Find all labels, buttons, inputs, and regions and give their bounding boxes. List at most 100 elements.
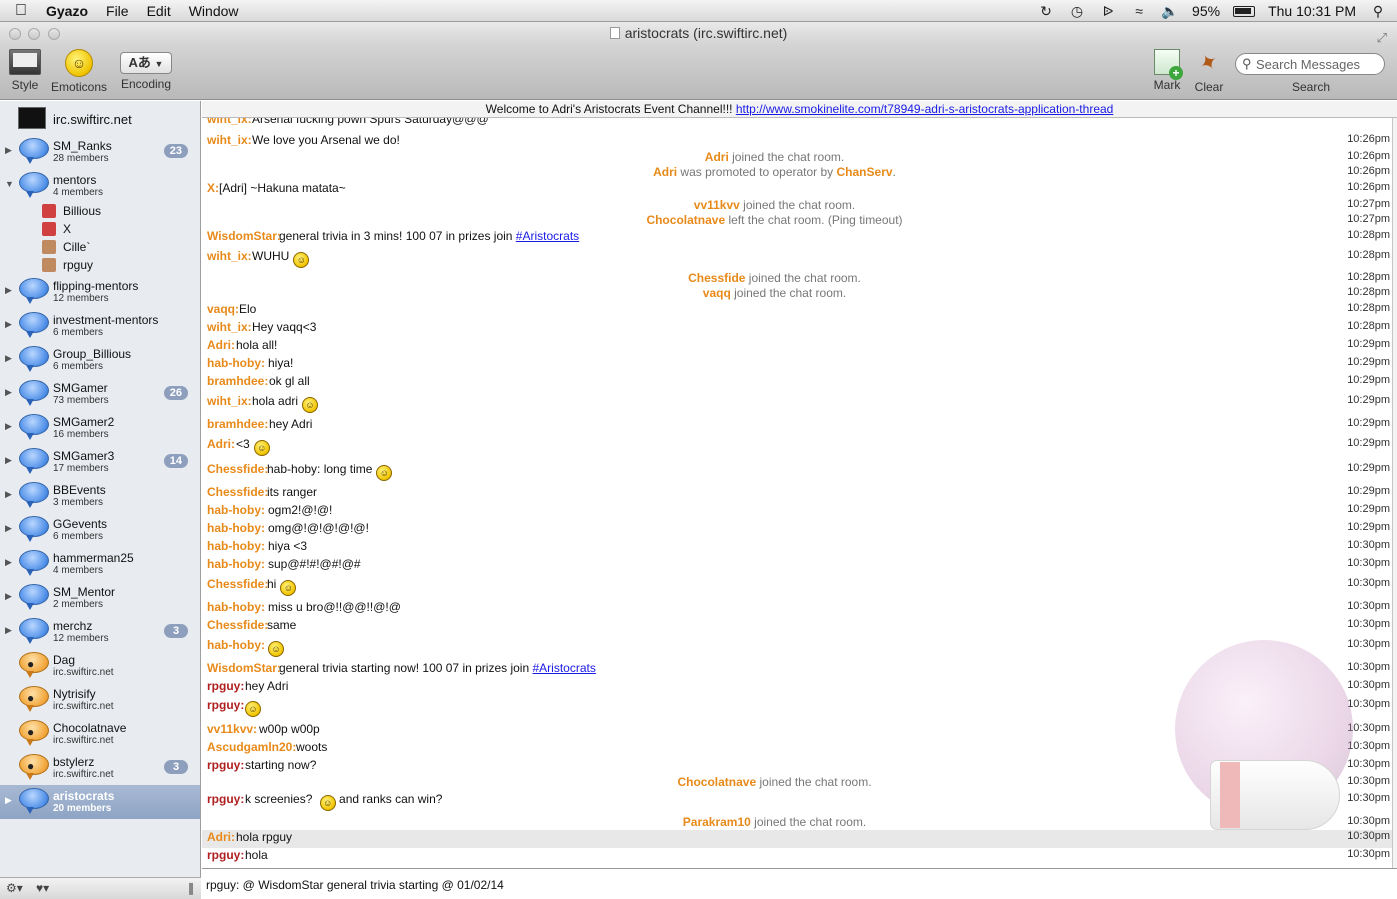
message-nick[interactable]: hab-hoby: [207, 539, 265, 553]
message-nick[interactable]: hab-hoby: [207, 557, 265, 571]
wifi-icon[interactable]: ≈ [1130, 3, 1148, 19]
encoding-popup[interactable]: Aあ ▼ [120, 52, 172, 74]
search-field[interactable]: ⚲ [1235, 53, 1385, 75]
menu-window[interactable]: Window [180, 3, 248, 19]
clear-button[interactable]: ✦ Clear [1192, 47, 1226, 94]
private-chat-item[interactable]: ● Chocolatnave irc.swiftirc.net [0, 717, 200, 751]
message-nick[interactable]: hab-hoby: [207, 503, 265, 517]
message-nick[interactable]: Chessfide: [207, 485, 268, 499]
channel-item[interactable]: ▶ SMGamer 73 members 26 [0, 377, 200, 411]
channel-item[interactable]: ▶ SMGamer3 17 members 14 [0, 445, 200, 479]
event-nick[interactable]: Chessfide [688, 271, 745, 285]
message-nick[interactable]: WisdomStar: [207, 661, 281, 675]
member-item[interactable]: Cille` [42, 239, 192, 257]
channel-item[interactable]: ▶ investment-mentors 6 members [0, 309, 200, 343]
channel-item[interactable]: ▶ merchz 12 members 3 [0, 615, 200, 649]
spotlight-search-icon[interactable]: ⚲ [1369, 3, 1387, 19]
message-nick[interactable]: wiht_ix: [207, 118, 252, 126]
channel-item[interactable]: ▶ GGevents 6 members [0, 513, 200, 547]
message-nick[interactable]: wiht_ix: [207, 133, 252, 147]
disclosure-triangle-icon[interactable]: ▶ [5, 145, 12, 156]
encoding-button[interactable]: Aあ ▼ Encoding [118, 49, 174, 91]
message-nick[interactable]: Ascudgamln20: [207, 740, 296, 754]
disclosure-triangle-icon[interactable]: ▶ [5, 421, 12, 432]
message-nick[interactable]: hab-hoby: [207, 356, 265, 370]
disclosure-triangle-icon[interactable]: ▶ [5, 489, 12, 500]
message-nick[interactable]: wiht_ix: [207, 320, 252, 334]
search-input[interactable] [1256, 56, 1378, 72]
style-button[interactable]: Style [7, 49, 43, 92]
chat-scrollbar[interactable] [1392, 118, 1397, 868]
private-chat-item[interactable]: ● Nytrisify irc.swiftirc.net [0, 683, 200, 717]
event-nick[interactable]: Adri [653, 165, 677, 179]
message-nick[interactable]: Adri: [207, 338, 235, 352]
event-nick[interactable]: Chocolatnave [677, 775, 756, 789]
menu-edit[interactable]: Edit [138, 3, 180, 19]
member-item[interactable]: Billious [42, 203, 192, 221]
message-nick[interactable]: wiht_ix: [207, 394, 252, 408]
event-nick[interactable]: Parakram10 [683, 815, 751, 829]
message-nick[interactable]: vv11kvv: [207, 722, 257, 736]
message-nick[interactable]: hab-hoby: [207, 521, 265, 535]
message-nick[interactable]: Chessfide: [207, 462, 268, 476]
disclosure-triangle-icon[interactable]: ▶ [5, 523, 12, 534]
message-nick[interactable]: Chessfide: [207, 577, 268, 591]
channel-item[interactable]: ▶ flipping-mentors 12 members [0, 275, 200, 309]
message-nick[interactable]: Adri: [207, 437, 235, 451]
message-nick[interactable]: rpguy: [207, 698, 244, 712]
mark-button[interactable]: Mark [1150, 49, 1184, 92]
event-nick[interactable]: vaqq [703, 286, 731, 300]
message-input[interactable] [206, 877, 1386, 893]
message-nick[interactable]: hab-hoby: [207, 638, 265, 652]
message-nick[interactable]: bramhdee: [207, 417, 268, 431]
private-chat-item[interactable]: ● bstylerz irc.swiftirc.net 3 [0, 751, 200, 785]
topic-link[interactable]: http://www.smokinelite.com/t78949-adri-s… [736, 102, 1114, 116]
event-nick[interactable]: ChanServ [837, 165, 893, 179]
disclosure-triangle-icon[interactable]: ▶ [5, 319, 12, 330]
disclosure-triangle-icon[interactable]: ▶ [5, 625, 12, 636]
disclosure-triangle-icon[interactable]: ▶ [5, 591, 12, 602]
disclosure-triangle-icon[interactable]: ▶ [5, 795, 12, 806]
message-nick[interactable]: rpguy: [207, 758, 244, 772]
battery-icon[interactable] [1233, 5, 1256, 17]
channel-item[interactable]: ▶ hammerman25 4 members [0, 547, 200, 581]
channel-item[interactable]: ▶ Group_Billious 6 members [0, 343, 200, 377]
message-nick[interactable]: vaqq: [207, 302, 239, 316]
channel-link[interactable]: #Aristocrats [516, 229, 579, 243]
close-window-button[interactable] [9, 28, 21, 40]
channel-item[interactable]: ▶ SM_Mentor 2 members [0, 581, 200, 615]
zoom-window-button[interactable] [48, 28, 60, 40]
event-nick[interactable]: Chocolatnave [646, 213, 725, 227]
disclosure-triangle-icon[interactable]: ▶ [5, 285, 12, 296]
menu-app[interactable]: Gyazo [42, 3, 97, 19]
disclosure-triangle-icon[interactable]: ▶ [5, 387, 12, 398]
message-nick[interactable]: rpguy: [207, 848, 244, 862]
channel-link[interactable]: #Aristocrats [532, 661, 595, 675]
server-row[interactable]: irc.swiftirc.net [0, 104, 200, 132]
message-nick[interactable]: Chessfide: [207, 618, 268, 632]
message-nick[interactable]: wiht_ix: [207, 249, 252, 263]
channel-item[interactable]: ▶ SM_Ranks 28 members 23 [0, 135, 200, 169]
member-item[interactable]: X [42, 221, 192, 239]
message-nick[interactable]: hab-hoby: [207, 600, 265, 614]
channel-item[interactable]: ▶ BBEvents 3 members [0, 479, 200, 513]
channel-item[interactable]: ▶ SMGamer2 16 members [0, 411, 200, 445]
resize-handle-icon[interactable]: ❚ [186, 881, 196, 895]
disclosure-triangle-icon[interactable]: ▶ [5, 353, 12, 364]
heart-menu-icon[interactable]: ♥▾ [36, 881, 49, 895]
battery-percent[interactable]: 95% [1192, 3, 1220, 19]
private-chat-item[interactable]: ● Dag irc.swiftirc.net [0, 649, 200, 683]
message-nick[interactable]: Adri: [207, 830, 235, 844]
message-nick[interactable]: WisdomStar: [207, 229, 281, 243]
message-nick[interactable]: rpguy: [207, 792, 244, 806]
member-item[interactable]: rpguy [42, 257, 192, 275]
channel-item[interactable]: ▼ mentors 4 members [0, 169, 200, 203]
disclosure-triangle-icon[interactable]: ▶ [5, 455, 12, 466]
bluetooth-icon[interactable]: ᐉ [1099, 3, 1117, 19]
minimize-window-button[interactable] [28, 28, 40, 40]
apple-menu-icon[interactable]:  [0, 2, 42, 20]
menubar-clock[interactable]: Thu 10:31 PM [1268, 3, 1356, 19]
gear-menu-icon[interactable]: ⚙▾ [6, 881, 23, 895]
chat-transcript[interactable]: wiht_ix: Arsenal fucking pown Spurs Satur… [202, 118, 1397, 868]
event-nick[interactable]: vv11kvv [694, 198, 740, 212]
